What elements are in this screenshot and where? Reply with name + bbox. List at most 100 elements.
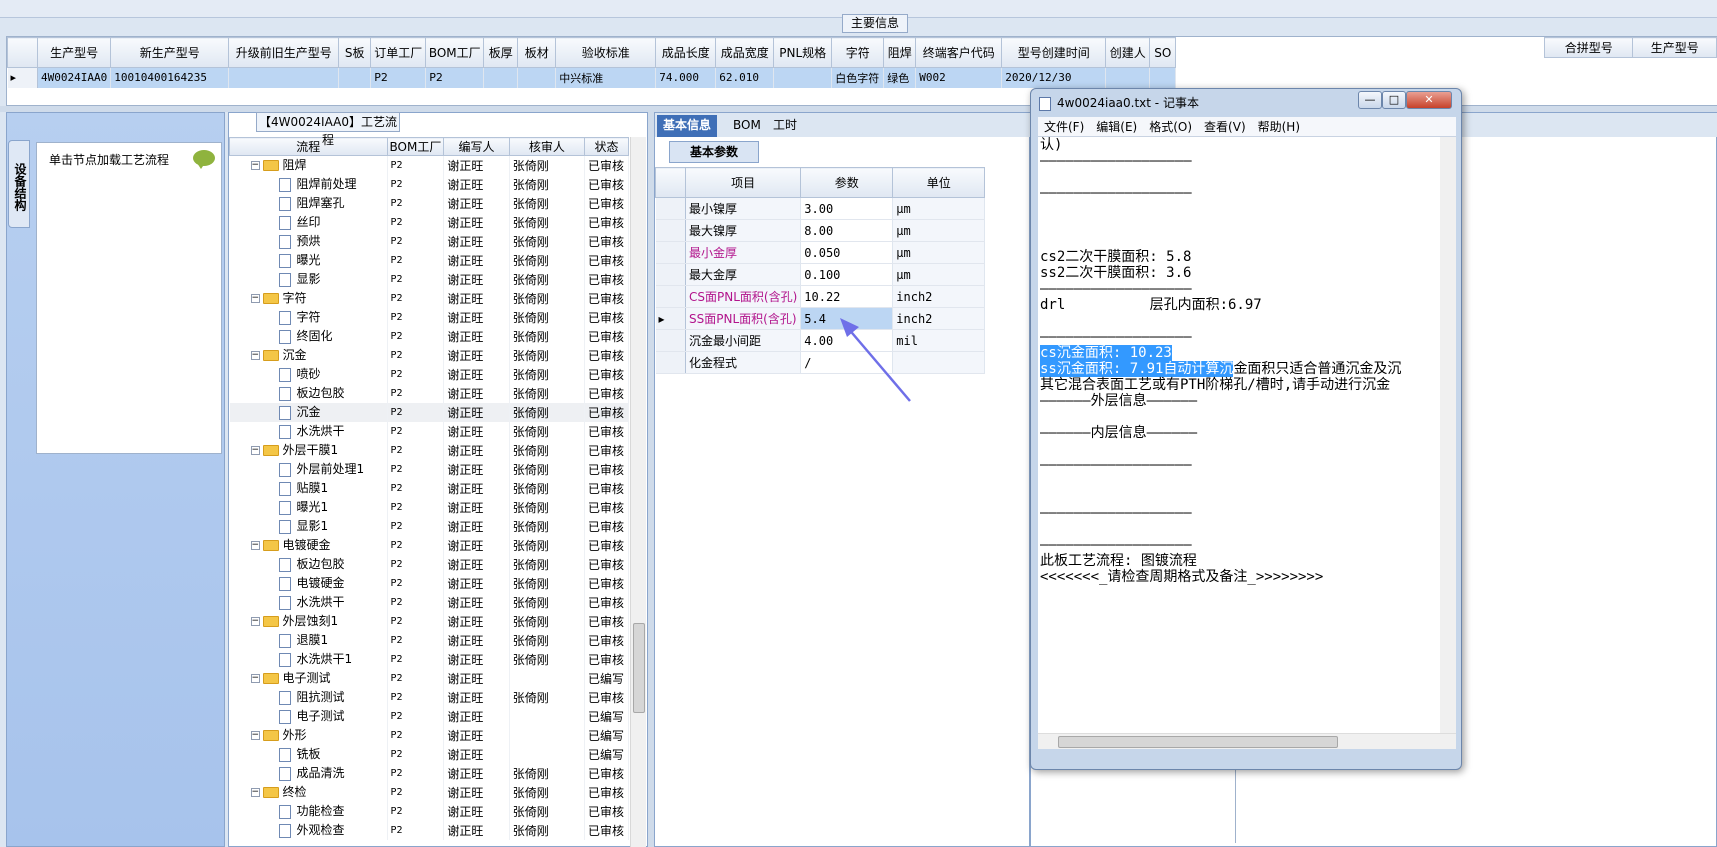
table-row[interactable]: 化金程式 / xyxy=(655,351,986,374)
table-row[interactable]: 终固化 P2 谢正旺 张倚刚 已审核 xyxy=(229,327,629,346)
column-header[interactable]: 订单工厂 xyxy=(370,37,427,68)
table-row[interactable]: ▸ 4W0024IAA0 10010400164235 P2 P2 中兴标准 74.000 6… xyxy=(7,67,1177,88)
scrollbar-thumb[interactable] xyxy=(633,623,645,713)
process-node[interactable]: − 沉金 xyxy=(229,346,388,365)
tree-node[interactable]: 水洗烘干 xyxy=(233,422,345,441)
table-cell[interactable]: W002 xyxy=(915,67,1003,88)
table-row[interactable]: 外层前处理1 P2 谢正旺 张倚刚 已审核 xyxy=(229,460,629,479)
tree-node[interactable]: 电子测试 xyxy=(233,707,345,726)
hint-box[interactable]: 单击节点加载工艺流程 xyxy=(36,142,222,454)
maximize-button[interactable]: □ xyxy=(1382,91,1406,109)
table-row[interactable]: − 外层蚀刻1 P2 谢正旺 张倚刚 已审核 xyxy=(229,612,629,631)
table-cell[interactable] xyxy=(483,67,519,88)
table-row[interactable]: 水洗烘干 P2 谢正旺 张倚刚 已审核 xyxy=(229,422,629,441)
table-row[interactable]: 曝光 P2 谢正旺 张倚刚 已审核 xyxy=(229,251,629,270)
column-header[interactable]: 板厚 xyxy=(483,37,519,68)
tree-node[interactable]: 喷砂 xyxy=(233,365,321,384)
notepad-horizontal-scrollbar[interactable] xyxy=(1038,733,1456,749)
merge-table[interactable]: 合拼型号 生产型号 xyxy=(1543,37,1717,58)
table-cell[interactable]: 74.000 xyxy=(655,67,717,88)
process-node[interactable]: 功能检查 xyxy=(229,802,388,821)
notepad-vertical-scrollbar[interactable] xyxy=(1440,137,1456,733)
column-header[interactable]: S板 xyxy=(338,37,372,68)
column-header[interactable]: 终端客户代码 xyxy=(915,37,1003,68)
table-cell[interactable]: 白色字符 xyxy=(831,67,885,88)
table-row[interactable]: 字符 P2 谢正旺 张倚刚 已审核 xyxy=(229,308,629,327)
process-node[interactable]: 曝光 xyxy=(229,251,388,270)
table-row[interactable]: − 外层干膜1 P2 谢正旺 张倚刚 已审核 xyxy=(229,441,629,460)
table-cell[interactable] xyxy=(338,67,372,88)
tree-node[interactable]: − 字符 xyxy=(233,289,307,308)
table-row[interactable]: − 字符 P2 谢正旺 张倚刚 已审核 xyxy=(229,289,629,308)
tree-node[interactable]: 终固化 xyxy=(233,327,333,346)
collapse-icon[interactable]: − xyxy=(250,617,260,626)
column-header[interactable]: 单位 xyxy=(892,167,986,198)
process-node[interactable]: 退膜1 xyxy=(229,631,388,650)
tree-node[interactable]: − 外层干膜1 xyxy=(233,441,338,460)
menu-item[interactable]: 文件(F) xyxy=(1038,117,1090,137)
table-row[interactable]: − 电镀硬金 P2 谢正旺 张倚刚 已审核 xyxy=(229,536,629,555)
process-node[interactable]: 贴膜1 xyxy=(229,479,388,498)
table-row[interactable]: 曝光1 P2 谢正旺 张倚刚 已审核 xyxy=(229,498,629,517)
column-header[interactable]: 型号创建时间 xyxy=(1001,37,1107,68)
column-header[interactable]: 创建人 xyxy=(1105,37,1151,68)
process-node[interactable]: 喷砂 xyxy=(229,365,388,384)
table-row[interactable]: 板边包胶 P2 谢正旺 张倚刚 已审核 xyxy=(229,384,629,403)
tree-node[interactable]: 退膜1 xyxy=(233,631,328,650)
collapse-icon[interactable]: − xyxy=(250,674,260,683)
close-button[interactable]: ✕ xyxy=(1406,91,1452,109)
tree-node[interactable]: 阻焊前处理 xyxy=(233,175,357,194)
device-structure-tab[interactable]: 设备结构 xyxy=(8,140,30,228)
table-row[interactable]: 丝印 P2 谢正旺 张倚刚 已审核 xyxy=(229,213,629,232)
column-header[interactable]: 合拼型号 xyxy=(1543,37,1634,58)
tree-node[interactable]: 功能检查 xyxy=(233,802,345,821)
column-header[interactable]: BOM工厂 xyxy=(425,37,485,68)
table-row[interactable]: 电镀硬金 P2 谢正旺 张倚刚 已审核 xyxy=(229,574,629,593)
table-row[interactable]: 最小镍厚 3.00 μm xyxy=(655,197,986,220)
column-header[interactable]: 字符 xyxy=(831,37,885,68)
table-cell[interactable]: 62.010 xyxy=(715,67,775,88)
tree-node[interactable]: 水洗烘干 xyxy=(233,593,345,612)
process-node[interactable]: − 电镀硬金 xyxy=(229,536,388,555)
tree-node[interactable]: 铣板 xyxy=(233,745,321,764)
column-header[interactable]: 生产型号 xyxy=(36,37,112,68)
table-row[interactable]: 阻焊前处理 P2 谢正旺 张倚刚 已审核 xyxy=(229,175,629,194)
param-value[interactable]: 3.00 xyxy=(800,197,894,220)
table-row[interactable]: 退膜1 P2 谢正旺 张倚刚 已审核 xyxy=(229,631,629,650)
param-value[interactable]: 10.22 xyxy=(800,285,894,308)
tree-node[interactable]: 曝光1 xyxy=(233,498,328,517)
process-node[interactable]: − 终检 xyxy=(229,783,388,802)
minimize-button[interactable]: — xyxy=(1358,91,1382,109)
column-header[interactable]: 参数 xyxy=(800,167,894,198)
tab-basic-info[interactable]: 基本信息 xyxy=(657,115,718,137)
column-header[interactable]: 状态 xyxy=(583,137,629,156)
param-value[interactable]: 8.00 xyxy=(800,219,894,242)
table-row[interactable]: 沉金最小间距 4.00 mil xyxy=(655,329,986,352)
tree-node[interactable]: − 沉金 xyxy=(233,346,307,365)
scrollbar-thumb[interactable] xyxy=(1058,736,1338,748)
table-row[interactable]: 显影 P2 谢正旺 张倚刚 已审核 xyxy=(229,270,629,289)
tree-node[interactable]: 阻抗测试 xyxy=(233,688,345,707)
table-row[interactable]: 最大金厚 0.100 μm xyxy=(655,263,986,286)
tree-node[interactable]: 板边包胶 xyxy=(233,384,345,403)
tab-work-hours[interactable]: 工时 xyxy=(767,115,803,137)
process-node[interactable]: − 外形 xyxy=(229,726,388,745)
table-row[interactable]: 沉金 P2 谢正旺 张倚刚 已审核 xyxy=(229,403,629,422)
process-node[interactable]: 沉金 xyxy=(229,403,388,422)
table-row[interactable]: 阻抗测试 P2 谢正旺 张倚刚 已审核 xyxy=(229,688,629,707)
process-node[interactable]: 成品清洗 xyxy=(229,764,388,783)
process-node[interactable]: 显影 xyxy=(229,270,388,289)
process-node[interactable]: 丝印 xyxy=(229,213,388,232)
param-value[interactable]: 0.100 xyxy=(800,263,894,286)
process-node[interactable]: − 字符 xyxy=(229,289,388,308)
table-row[interactable]: − 阻焊 P2 谢正旺 张倚刚 已审核 xyxy=(229,155,629,175)
table-row[interactable]: 预烘 P2 谢正旺 张倚刚 已审核 xyxy=(229,232,629,251)
process-node[interactable]: 水洗烘干1 xyxy=(229,650,388,669)
process-node[interactable]: 电子测试 xyxy=(229,707,388,726)
process-node[interactable]: 阻焊塞孔 xyxy=(229,194,388,213)
process-node[interactable]: 板边包胶 xyxy=(229,384,388,403)
tree-node[interactable]: 曝光 xyxy=(233,251,321,270)
param-value[interactable]: 0.050 xyxy=(800,241,894,264)
process-node[interactable]: 外观检查 xyxy=(229,821,388,840)
process-node[interactable]: 板边包胶 xyxy=(229,555,388,574)
